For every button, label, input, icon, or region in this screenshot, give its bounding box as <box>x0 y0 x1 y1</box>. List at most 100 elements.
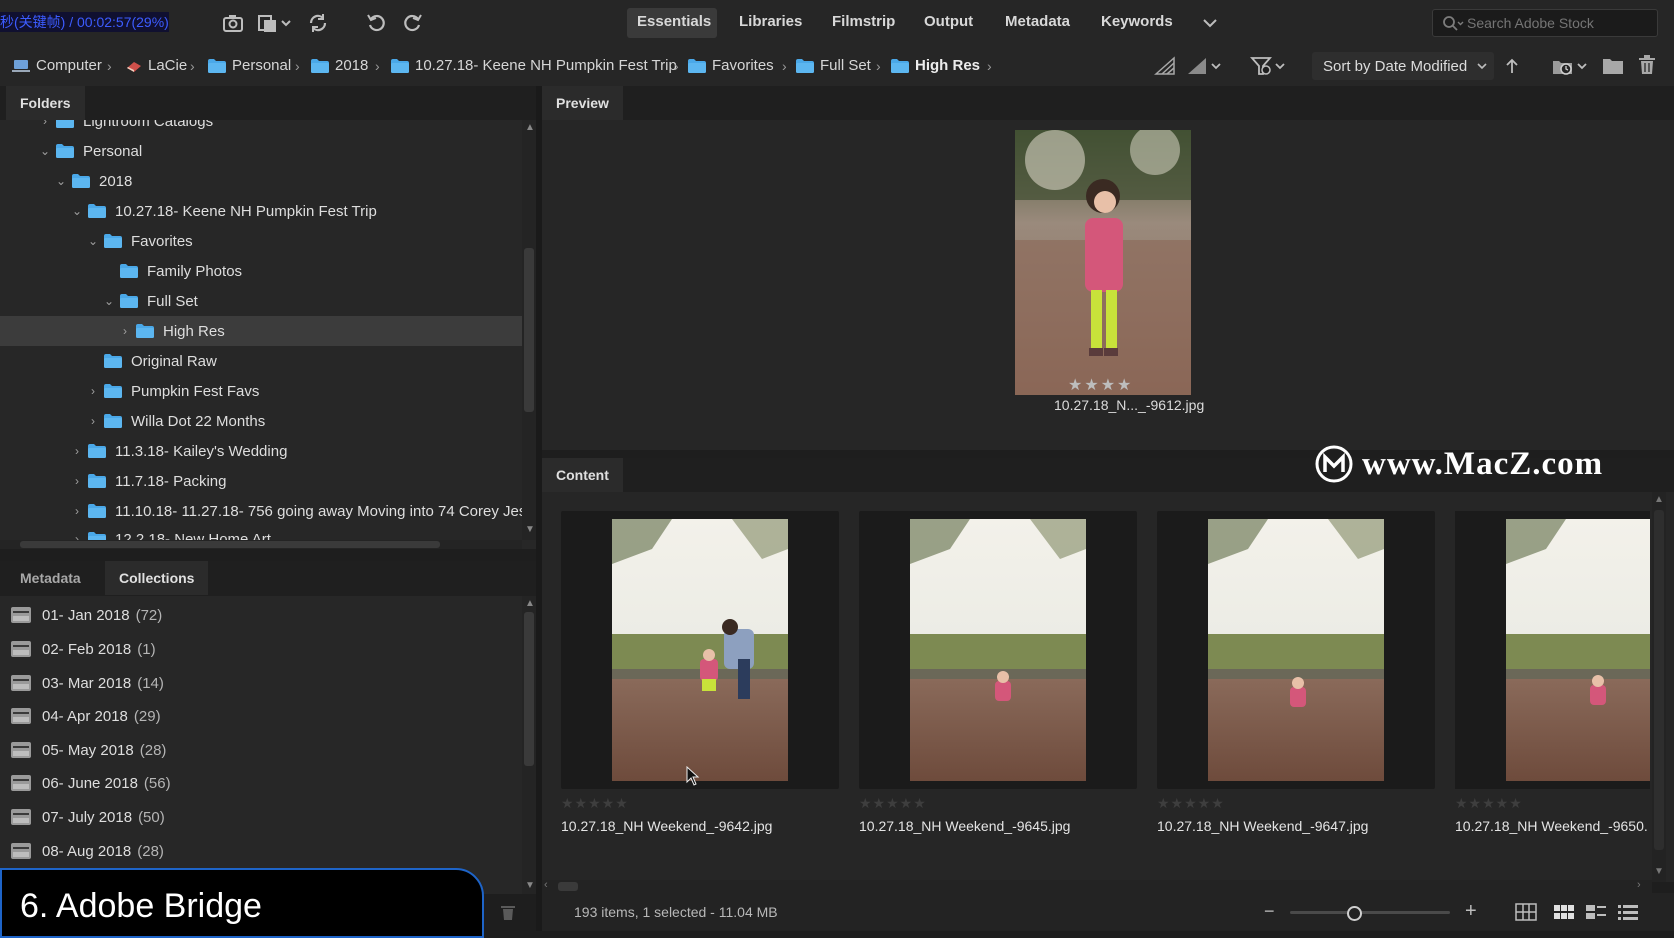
chevron-right-icon[interactable]: › <box>70 474 84 488</box>
breadcrumb-personal[interactable]: Personal <box>208 57 291 74</box>
tab-content[interactable]: Content <box>542 458 623 492</box>
scroll-up-icon[interactable]: ▲ <box>525 598 535 609</box>
thumbnail-image[interactable] <box>910 519 1086 781</box>
collection-item[interactable]: 06- June 2018 (56) <box>10 768 171 798</box>
grid-lock-icon[interactable] <box>1515 903 1537 921</box>
scrollbar-thumb[interactable] <box>524 248 534 412</box>
breadcrumb-lacie[interactable]: LaCie <box>126 57 187 74</box>
chevron-right-icon[interactable]: › <box>70 504 84 518</box>
breadcrumb-trip[interactable]: 10.27.18- Keene NH Pumpkin Fest Trip <box>391 57 677 74</box>
quality-icon[interactable] <box>1154 56 1176 76</box>
folder-item[interactable]: ⌄ 2018 <box>0 166 536 196</box>
folder-item[interactable]: › 11.7.18- Packing <box>0 466 536 496</box>
thumbnail-rating[interactable]: ★★★★★ <box>1157 795 1225 812</box>
chevron-right-icon[interactable]: › <box>86 384 100 398</box>
collections-vertical-scrollbar[interactable]: ▲ ▼ <box>522 596 536 894</box>
tab-keywords[interactable]: Keywords <box>1101 13 1173 30</box>
quality-dropdown-icon[interactable] <box>1186 56 1222 76</box>
scroll-down-icon[interactable]: ▼ <box>1654 866 1664 877</box>
content-horizontal-scrollbar[interactable]: ‹ › <box>542 879 1652 893</box>
rotate-left-icon[interactable] <box>365 11 389 35</box>
folder-item[interactable]: › Pumpkin Fest Favs <box>0 376 536 406</box>
copy-dropdown-icon[interactable] <box>256 11 294 35</box>
zoom-in-icon[interactable]: + <box>1465 900 1477 923</box>
chevron-down-icon[interactable]: ⌄ <box>86 234 100 248</box>
slider-knob[interactable] <box>1347 906 1362 921</box>
scroll-up-icon[interactable]: ▲ <box>1654 494 1664 505</box>
thumbnail-card[interactable] <box>561 511 839 789</box>
chevron-right-icon[interactable]: › <box>70 444 84 458</box>
tab-collections[interactable]: Collections <box>105 561 209 595</box>
trash-icon[interactable] <box>1638 55 1656 75</box>
tab-output[interactable]: Output <box>924 13 973 30</box>
camera-import-icon[interactable] <box>222 11 246 35</box>
zoom-out-icon[interactable]: − <box>1264 901 1275 922</box>
tab-essentials[interactable]: Essentials <box>637 13 711 30</box>
breadcrumb-full-set[interactable]: Full Set <box>796 57 871 74</box>
folder-item[interactable]: › 11.10.18- 11.27.18- 756 going away Mov… <box>0 496 536 526</box>
tab-metadata[interactable]: Metadata <box>1005 13 1070 30</box>
folder-item[interactable]: Family Photos <box>0 256 536 286</box>
workspace-more-chevron-icon[interactable] <box>1198 11 1222 35</box>
tab-folders[interactable]: Folders <box>6 86 85 120</box>
collection-item[interactable]: 02- Feb 2018 (1) <box>10 634 156 664</box>
thumbnail-image[interactable] <box>1208 519 1384 781</box>
view-list-icon[interactable] <box>1617 903 1639 921</box>
breadcrumb-favorites[interactable]: Favorites <box>688 57 774 74</box>
folder-item-selected[interactable]: › High Res <box>0 316 536 346</box>
collection-item[interactable]: 08- Aug 2018 (28) <box>10 836 164 866</box>
folders-horizontal-scrollbar[interactable] <box>0 540 522 549</box>
folder-item[interactable]: › Willa Dot 22 Months <box>0 406 536 436</box>
sync-icon[interactable] <box>306 11 330 35</box>
view-details-icon[interactable] <box>1585 903 1607 921</box>
collection-item[interactable]: 03- Mar 2018 (14) <box>10 668 164 698</box>
tab-filmstrip[interactable]: Filmstrip <box>832 13 895 30</box>
rotate-right-icon[interactable] <box>400 11 424 35</box>
thumbnail-rating[interactable]: ★★★★★ <box>561 795 629 812</box>
scroll-up-icon[interactable]: ▲ <box>525 122 535 133</box>
thumbnail-card[interactable] <box>1455 511 1650 789</box>
collection-item[interactable]: 04- Apr 2018 (29) <box>10 701 161 731</box>
breadcrumb-high-res[interactable]: High Res <box>891 57 980 74</box>
tab-libraries[interactable]: Libraries <box>739 13 802 30</box>
scrollbar-thumb[interactable] <box>20 541 440 548</box>
chevron-right-icon[interactable]: › <box>118 324 132 338</box>
breadcrumb-2018[interactable]: 2018 <box>311 57 368 74</box>
tab-preview[interactable]: Preview <box>542 86 623 120</box>
preview-image[interactable] <box>1015 130 1191 395</box>
new-folder-icon[interactable] <box>1602 57 1624 75</box>
folder-item[interactable]: ⌄ 10.27.18- Keene NH Pumpkin Fest Trip <box>0 196 536 226</box>
chevron-down-icon[interactable]: ⌄ <box>54 174 68 188</box>
folder-item[interactable]: ⌄ Personal <box>0 136 536 166</box>
thumbnail-image[interactable] <box>612 519 788 781</box>
thumbnail-card[interactable] <box>859 511 1137 789</box>
folder-item[interactable]: Original Raw <box>0 346 536 376</box>
thumbnail-rating[interactable]: ★★★★★ <box>1455 795 1523 812</box>
thumbnail-card[interactable] <box>1157 511 1435 789</box>
scrollbar-thumb[interactable] <box>524 612 534 766</box>
search-field[interactable] <box>1432 9 1658 37</box>
scrollbar-thumb[interactable] <box>558 882 578 891</box>
filter-dropdown-icon[interactable] <box>1250 56 1288 76</box>
chevron-down-icon[interactable]: ⌄ <box>38 144 52 158</box>
chevron-right-icon[interactable]: › <box>38 120 52 128</box>
chevron-right-icon[interactable]: › <box>86 414 100 428</box>
tab-metadata-panel[interactable]: Metadata <box>6 561 95 595</box>
search-input[interactable] <box>1467 15 1647 31</box>
content-vertical-scrollbar[interactable]: ▲ ▼ <box>1652 492 1666 882</box>
scroll-down-icon[interactable]: ▼ <box>525 524 535 535</box>
collection-item[interactable]: 01- Jan 2018 (72) <box>10 600 162 630</box>
folder-item[interactable]: › 11.3.18- Kailey's Wedding <box>0 436 536 466</box>
chevron-down-icon[interactable]: ⌄ <box>102 294 116 308</box>
breadcrumb-computer[interactable]: Computer <box>12 57 102 74</box>
folder-item[interactable]: ⌄ Favorites <box>0 226 536 256</box>
sort-direction-arrow-icon[interactable] <box>1504 57 1520 75</box>
scrollbar-thumb[interactable] <box>1654 510 1664 850</box>
folder-item[interactable]: › Lightroom Catalogs <box>0 120 536 136</box>
chevron-down-icon[interactable]: ⌄ <box>70 204 84 218</box>
thumbnail-image[interactable] <box>1506 519 1650 781</box>
scroll-left-icon[interactable]: ‹ <box>544 879 548 891</box>
delete-collection-icon[interactable] <box>500 903 516 921</box>
folder-item[interactable]: ⌄ Full Set <box>0 286 536 316</box>
folders-vertical-scrollbar[interactable]: ▲ ▼ <box>522 120 536 540</box>
